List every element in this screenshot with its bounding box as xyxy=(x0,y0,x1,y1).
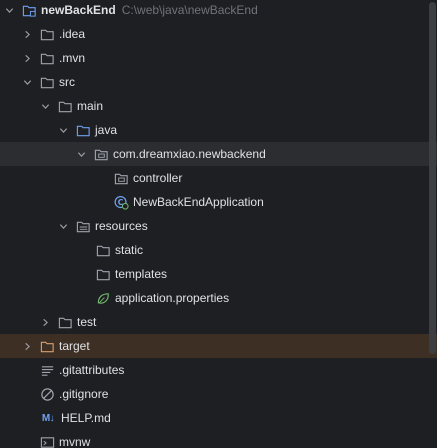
tree-label-idea: .idea xyxy=(59,27,86,41)
tree-row-main[interactable]: main xyxy=(0,94,437,118)
chevron-right-icon[interactable] xyxy=(39,316,51,328)
tree-label-main: main xyxy=(77,99,104,113)
tree-label-test: test xyxy=(77,315,97,329)
module-folder-icon xyxy=(21,2,37,18)
chevron-down-icon[interactable] xyxy=(57,124,69,136)
tree-label-gitattributes: .gitattributes xyxy=(59,363,125,377)
tree-label-mvnw: mvnw xyxy=(59,435,91,448)
tree-label-app-properties: application.properties xyxy=(115,291,230,305)
tree-label-package: com.dreamxiao.newbackend xyxy=(113,147,266,161)
tree-label-static: static xyxy=(115,243,144,257)
tree-row-package[interactable]: com.dreamxiao.newbackend xyxy=(0,142,437,166)
resources-folder-icon xyxy=(75,218,91,234)
package-icon xyxy=(93,146,109,162)
folder-icon xyxy=(39,74,55,90)
folder-icon xyxy=(95,266,111,282)
tree-row-gitignore[interactable]: .gitignore xyxy=(0,382,437,406)
project-path: C:\web\java\newBackEnd xyxy=(121,3,258,17)
tree-label-help: HELP.md xyxy=(61,411,111,425)
chevron-down-icon[interactable] xyxy=(39,100,51,112)
markdown-icon: M↓ xyxy=(41,412,55,424)
tree-row-java[interactable]: java xyxy=(0,118,437,142)
ignore-file-icon xyxy=(39,386,55,402)
tree-row-resources[interactable]: resources xyxy=(0,214,437,238)
tree-label-mvn: .mvn xyxy=(59,51,86,65)
chevron-right-icon[interactable] xyxy=(21,340,33,352)
folder-icon xyxy=(39,50,55,66)
folder-icon xyxy=(57,98,73,114)
tree-row-app-properties[interactable]: application.properties xyxy=(0,286,437,310)
tree-row-src[interactable]: src xyxy=(0,70,437,94)
tree-row-help[interactable]: M↓ HELP.md xyxy=(0,406,437,430)
tree-label-src: src xyxy=(59,75,75,89)
project-tree[interactable]: newBackEnd C:\web\java\newBackEnd .idea … xyxy=(0,0,437,448)
folder-icon xyxy=(95,242,111,258)
tree-row-templates[interactable]: templates xyxy=(0,262,437,286)
tree-row-project-root[interactable]: newBackEnd C:\web\java\newBackEnd xyxy=(0,0,427,22)
spring-properties-icon xyxy=(95,290,111,306)
tree-row-static[interactable]: static xyxy=(0,238,437,262)
project-name: newBackEnd xyxy=(41,3,116,17)
folder-icon xyxy=(39,26,55,42)
tree-label-templates: templates xyxy=(115,267,168,281)
tree-row-target[interactable]: target xyxy=(0,334,437,358)
source-folder-icon xyxy=(75,122,91,138)
chevron-down-icon[interactable] xyxy=(57,220,69,232)
tree-row-test[interactable]: test xyxy=(0,310,437,334)
chevron-down-icon[interactable] xyxy=(21,76,33,88)
tree-label-gitignore: .gitignore xyxy=(59,387,109,401)
tree-row-gitattributes[interactable]: .gitattributes xyxy=(0,358,437,382)
chevron-down-icon[interactable] xyxy=(3,4,15,16)
tree-row-app-class[interactable]: C NewBackEndApplication xyxy=(0,190,437,214)
chevron-right-icon[interactable] xyxy=(21,52,33,64)
tree-label-target: target xyxy=(59,339,90,353)
tree-label-resources: resources xyxy=(95,219,148,233)
package-icon xyxy=(113,170,129,186)
test-folder-icon xyxy=(57,314,73,330)
chevron-down-icon[interactable] xyxy=(75,148,87,160)
terminal-file-icon xyxy=(39,434,55,448)
tree-row-controller[interactable]: controller xyxy=(0,166,437,190)
tree-row-idea[interactable]: .idea xyxy=(0,22,437,46)
tree-label-java: java xyxy=(95,123,118,137)
vertical-scrollbar[interactable] xyxy=(429,2,436,354)
tree-row-mvnw[interactable]: mvnw xyxy=(0,430,437,448)
excluded-folder-icon xyxy=(39,338,55,354)
text-file-icon xyxy=(39,362,55,378)
tree-label-controller: controller xyxy=(133,171,183,185)
chevron-right-icon[interactable] xyxy=(21,28,33,40)
tree-label-app-class: NewBackEndApplication xyxy=(133,195,264,209)
spring-boot-class-icon: C xyxy=(113,194,129,210)
tree-row-mvn[interactable]: .mvn xyxy=(0,46,437,70)
